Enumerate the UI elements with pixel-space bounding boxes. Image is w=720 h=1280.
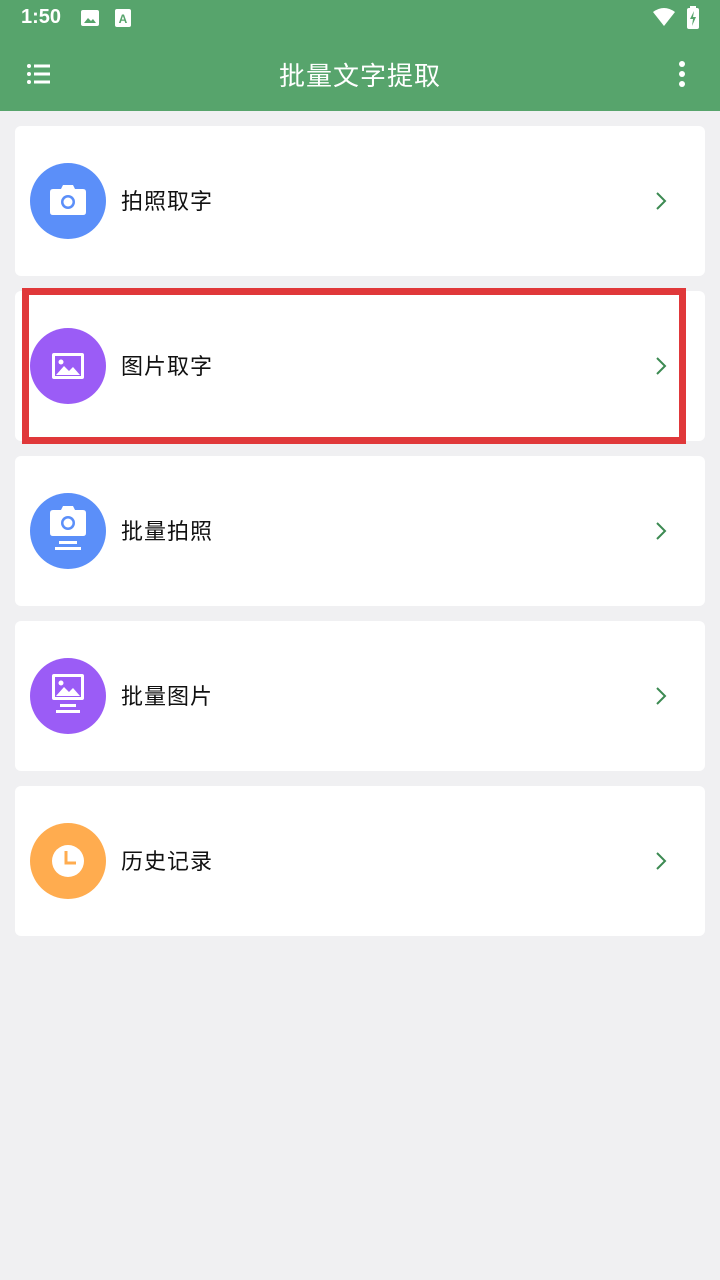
image-icon — [80, 8, 100, 32]
chevron-right-icon — [653, 684, 669, 708]
a-icon: A — [114, 8, 132, 32]
batch-image-icon — [30, 658, 106, 734]
menu-item-batch-image[interactable]: 批量图片 — [15, 621, 705, 771]
menu-item-label: 图片取字 — [121, 355, 214, 380]
svg-text:A: A — [119, 12, 128, 26]
clock-icon — [30, 823, 106, 899]
more-vert-icon[interactable] — [668, 58, 696, 92]
chevron-right-icon — [653, 189, 669, 213]
chevron-right-icon — [653, 849, 669, 873]
status-time: 1:50 — [21, 6, 62, 28]
batch-camera-icon — [30, 493, 106, 569]
menu-item-batch-photo[interactable]: 批量拍照 — [15, 456, 705, 606]
menu-item-label: 历史记录 — [121, 850, 214, 875]
battery-charging-icon — [686, 6, 700, 34]
app-bar: 1:50 A 批量文字提取 — [0, 0, 720, 111]
menu-item-image-ocr[interactable]: 图片取字 — [15, 291, 705, 441]
menu-item-label: 拍照取字 — [121, 190, 214, 215]
menu-item-label: 批量拍照 — [121, 520, 214, 545]
menu-item-photo-ocr[interactable]: 拍照取字 — [15, 126, 705, 276]
wifi-icon — [652, 6, 676, 32]
chevron-right-icon — [653, 354, 669, 378]
image-icon — [30, 328, 106, 404]
menu-item-label: 批量图片 — [121, 685, 214, 710]
chevron-right-icon — [653, 519, 669, 543]
page-title: 批量文字提取 — [278, 62, 441, 92]
menu-item-history[interactable]: 历史记录 — [15, 786, 705, 936]
camera-icon — [30, 163, 106, 239]
